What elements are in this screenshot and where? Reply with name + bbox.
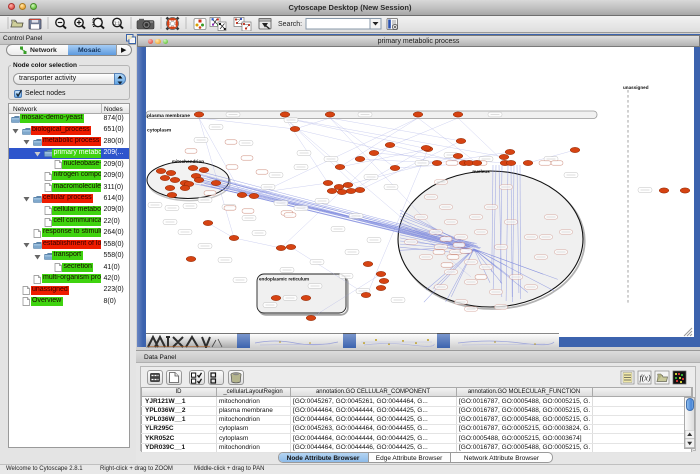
- svg-text:unassigned: unassigned: [623, 85, 649, 90]
- svg-text:plasma membrane: plasma membrane: [147, 113, 190, 119]
- svg-text:endoplasmic reticulum: endoplasmic reticulum: [259, 277, 309, 282]
- svg-text:1:1: 1:1: [114, 20, 121, 25]
- svg-text:f(x): f(x): [640, 374, 651, 383]
- svg-text:cytoplasm: cytoplasm: [147, 128, 172, 134]
- svg-text:Search:: Search:: [278, 21, 302, 28]
- svg-text:mitochondrion: mitochondrion: [172, 159, 204, 164]
- svg-text:nucleus: nucleus: [472, 169, 490, 174]
